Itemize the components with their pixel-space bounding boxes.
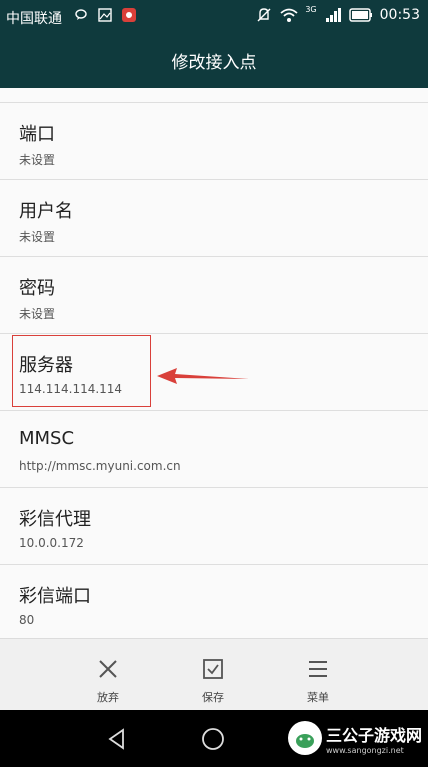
watermark-url: www.sangongzi.net (325, 745, 404, 755)
setting-username[interactable]: 用户名 未设置 (0, 179, 428, 257)
watermark-logo (287, 721, 322, 755)
checkbox-icon (203, 659, 223, 679)
system-icons: 3G 00:53 (255, 4, 420, 24)
setting-value: 10.0.0.172 (19, 536, 84, 550)
setting-value: 未设置 (19, 153, 56, 167)
setting-mmsc[interactable]: MMSC http://mmsc.myuni.com.cn (0, 410, 428, 488)
close-icon (99, 660, 117, 678)
network-type: 3G (305, 4, 317, 14)
setting-value: 未设置 (19, 307, 56, 321)
setting-value: http://mmsc.myuni.com.cn (19, 459, 181, 473)
setting-label: 用户名 (19, 201, 73, 222)
gallery-icon (96, 6, 114, 24)
discard-button[interactable]: 放弃 (68, 639, 148, 711)
setting-mms-proxy[interactable]: 彩信代理 10.0.0.172 (0, 487, 428, 565)
setting-password[interactable]: 密码 未设置 (0, 256, 428, 334)
highlight-box (12, 335, 151, 407)
setting-mms-port[interactable]: 彩信端口 80 (0, 564, 428, 638)
save-button[interactable]: 保存 (173, 639, 253, 711)
watermark-text-group: 三公子游戏网 www.sangongzi.net (326, 722, 422, 755)
menu-icon (309, 661, 327, 677)
arrow-annotation (157, 368, 249, 384)
save-label: 保存 (202, 691, 224, 704)
mute-icon (255, 6, 273, 24)
notification-icons (72, 6, 138, 24)
setting-label: 密码 (19, 278, 55, 299)
home-button[interactable] (196, 722, 230, 756)
clock: 00:53 (379, 7, 420, 23)
action-bar: 放弃 保存 菜单 (0, 638, 428, 711)
wechat-icon (72, 6, 90, 24)
watermark-name: 三公子游戏网 (325, 725, 422, 745)
home-icon (202, 728, 224, 750)
setting-label: 彩信代理 (19, 509, 91, 530)
setting-value: 未设置 (19, 230, 56, 244)
setting-port[interactable]: 端口 未设置 (0, 102, 428, 180)
setting-label: MMSC (19, 428, 75, 449)
discard-label: 放弃 (97, 691, 119, 704)
navigation-bar: 三公子游戏网 www.sangongzi.net (0, 710, 428, 767)
page-title: 修改接入点 (171, 53, 257, 73)
signal-icon (324, 6, 342, 24)
setting-label: 彩信端口 (19, 586, 91, 607)
battery-icon (348, 6, 373, 24)
huawei-icon (120, 6, 138, 24)
back-button[interactable] (100, 722, 134, 756)
status-bar: 中国联通 3G 00:53 (0, 0, 428, 32)
menu-button[interactable]: 菜单 (278, 639, 358, 711)
menu-label: 菜单 (307, 691, 329, 704)
watermark: 三公子游戏网 www.sangongzi.net (287, 716, 422, 760)
carrier-name: 中国联通 (6, 11, 62, 27)
setting-label: 端口 (19, 124, 55, 145)
back-icon (108, 728, 124, 750)
wifi-icon (280, 6, 298, 24)
title-bar: 修改接入点 (0, 32, 428, 88)
setting-value: 80 (19, 613, 35, 627)
